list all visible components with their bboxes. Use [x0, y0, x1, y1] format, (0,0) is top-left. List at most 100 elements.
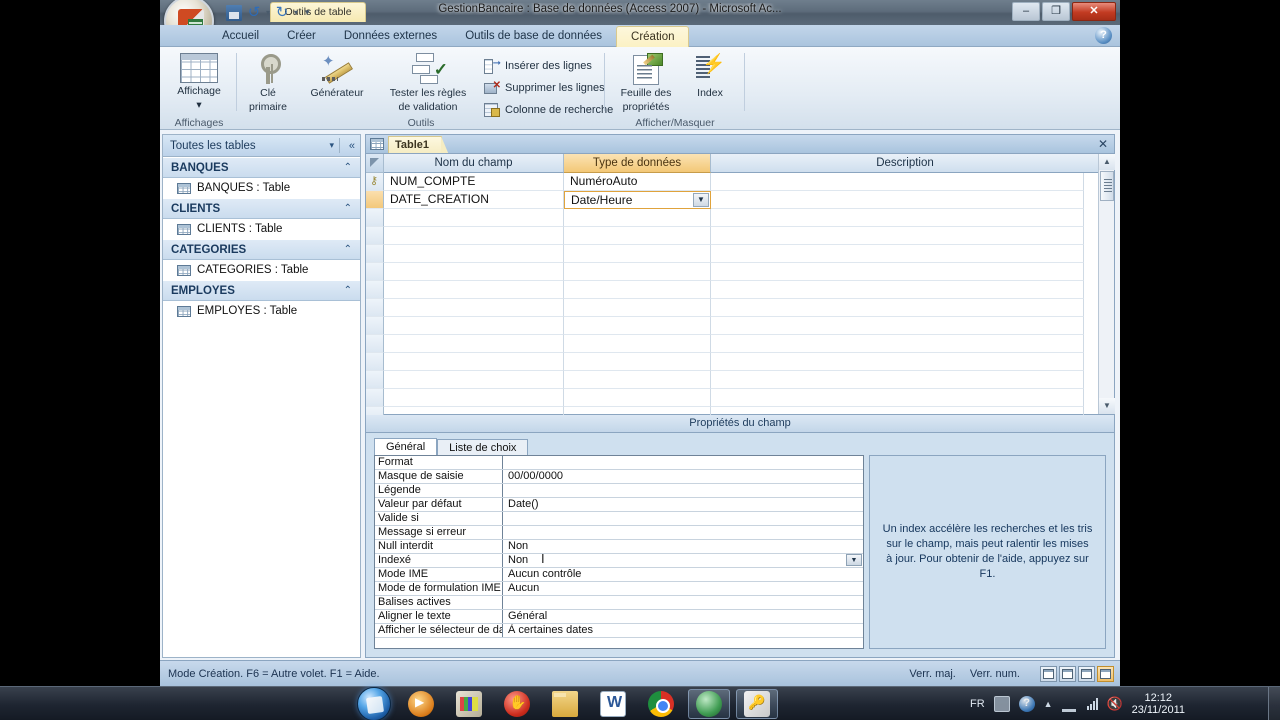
undo-icon[interactable]: ↺	[246, 5, 262, 21]
redo-icon[interactable]: ↻	[274, 5, 290, 21]
show-desktop-button[interactable]	[1268, 687, 1280, 720]
volume-muted-icon[interactable]: 🔇	[1107, 696, 1123, 712]
property-value[interactable]: À certaines dates	[503, 624, 863, 637]
table-row-empty[interactable]	[366, 335, 1114, 353]
cell-data-type-empty[interactable]	[564, 389, 711, 407]
show-hidden-icons-icon[interactable]: ▲	[1044, 699, 1053, 709]
cell-description-1[interactable]	[711, 173, 1084, 191]
taskbar-item-recorder[interactable]	[496, 689, 538, 719]
property-value[interactable]: Aucun	[503, 582, 863, 595]
cell-description-empty[interactable]	[711, 353, 1084, 371]
property-value[interactable]	[503, 512, 863, 525]
row-selector-empty[interactable]	[366, 245, 384, 263]
help-icon[interactable]: ?	[1095, 27, 1112, 44]
cell-description-empty[interactable]	[711, 227, 1084, 245]
cell-description-empty[interactable]	[711, 371, 1084, 389]
taskbar-item-paint[interactable]	[448, 689, 490, 719]
property-row[interactable]: Valide si	[375, 512, 863, 526]
cell-field-name-empty[interactable]	[384, 209, 564, 227]
clock[interactable]: 12:12 23/11/2011	[1132, 692, 1185, 716]
cell-field-name-empty[interactable]	[384, 245, 564, 263]
property-value[interactable]	[503, 484, 863, 497]
navigation-pane-header[interactable]: Toutes les tables ▾ «	[163, 135, 360, 157]
sidebar-item-employes-table[interactable]: EMPLOYES : Table	[163, 301, 360, 321]
table-row-empty[interactable]	[366, 245, 1114, 263]
row-selector-empty[interactable]	[366, 389, 384, 407]
property-value[interactable]: Non I ▼	[503, 554, 863, 567]
feuille-proprietes-button[interactable]: Feuille des propriétés	[610, 53, 682, 113]
table-row-empty[interactable]	[366, 281, 1114, 299]
nav-group-categories[interactable]: CATEGORIES ⌃	[163, 239, 360, 260]
cell-description-empty[interactable]	[711, 281, 1084, 299]
cell-field-name-empty[interactable]	[384, 371, 564, 389]
datasheet-view-button[interactable]	[1040, 665, 1057, 682]
chevron-up-icon[interactable]: ⌃	[344, 162, 352, 173]
property-value[interactable]	[503, 456, 863, 469]
taskbar-item-windows-media-player[interactable]	[400, 689, 442, 719]
taskbar-item-file-explorer[interactable]	[544, 689, 586, 719]
save-icon[interactable]	[226, 4, 242, 21]
chevron-up-icon[interactable]: ⌃	[344, 203, 352, 214]
maximize-button[interactable]: ❐	[1042, 2, 1070, 21]
table-row-empty[interactable]	[366, 227, 1114, 245]
sidebar-item-banques-table[interactable]: BANQUES : Table	[163, 178, 360, 198]
affichage-button[interactable]: Affichage ▾	[167, 53, 231, 111]
minimize-button[interactable]: –	[1012, 2, 1040, 21]
property-row[interactable]: Mode de formulation IME Aucun	[375, 582, 863, 596]
column-header-data-type[interactable]: Type de données	[564, 154, 711, 173]
property-row[interactable]: Format	[375, 456, 863, 470]
taskbar-item-access[interactable]	[736, 689, 778, 719]
property-row[interactable]: Null interdit Non	[375, 540, 863, 554]
select-all-corner[interactable]	[366, 154, 384, 173]
customize-qat-icon[interactable]: ▾	[305, 7, 310, 18]
scroll-up-icon[interactable]: ▲	[1099, 154, 1115, 170]
property-row[interactable]: Mode IME Aucun contrôle	[375, 568, 863, 582]
property-value[interactable]: Général	[503, 610, 863, 623]
cell-description-empty[interactable]	[711, 209, 1084, 227]
row-selector-empty[interactable]	[366, 281, 384, 299]
cell-data-type-empty[interactable]	[564, 299, 711, 317]
colonne-recherche-button[interactable]: Colonne de recherche	[484, 102, 613, 117]
nav-group-employes[interactable]: EMPLOYES ⌃	[163, 280, 360, 301]
sidebar-item-clients-table[interactable]: CLIENTS : Table	[163, 219, 360, 239]
cle-primaire-button[interactable]: Clé primaire	[240, 53, 296, 113]
close-button[interactable]: ✕	[1072, 2, 1116, 21]
sidebar-item-categories-table[interactable]: CATEGORIES : Table	[163, 260, 360, 280]
cell-data-type-empty[interactable]	[564, 227, 711, 245]
tab-liste-de-choix[interactable]: Liste de choix	[437, 439, 529, 456]
cell-data-type-empty[interactable]	[564, 317, 711, 335]
language-indicator[interactable]: FR	[970, 698, 985, 710]
cell-field-name-empty[interactable]	[384, 227, 564, 245]
property-value[interactable]: Non	[503, 540, 863, 553]
property-dropdown-icon[interactable]: ▼	[846, 554, 862, 566]
row-selector-empty[interactable]	[366, 227, 384, 245]
help-tray-icon[interactable]: ?	[1018, 696, 1035, 712]
document-tab-table1[interactable]: Table1	[388, 136, 450, 155]
property-row[interactable]: Afficher le sélecteur de da À certaines d…	[375, 624, 863, 638]
row-selector-empty[interactable]	[366, 371, 384, 389]
chevron-up-icon[interactable]: ⌃	[344, 244, 352, 255]
taskbar-item-green-app[interactable]	[688, 689, 730, 719]
table-row-empty[interactable]	[366, 209, 1114, 227]
row-selector-1[interactable]: ⚷	[366, 173, 384, 191]
pivottable-view-button[interactable]	[1059, 665, 1076, 682]
row-selector-empty[interactable]	[366, 299, 384, 317]
row-selector-empty[interactable]	[366, 353, 384, 371]
tab-donnees-externes[interactable]: Données externes	[330, 26, 451, 47]
property-value[interactable]	[503, 596, 863, 609]
property-row[interactable]: Message si erreur	[375, 526, 863, 540]
taskbar-item-word[interactable]	[592, 689, 634, 719]
table-row[interactable]: DATE_CREATION Date/Heure ▼	[366, 191, 1114, 209]
cell-data-type-empty[interactable]	[564, 335, 711, 353]
cell-data-type-1[interactable]: NuméroAuto	[564, 173, 711, 191]
cell-data-type-2[interactable]: Date/Heure ▼	[564, 191, 711, 209]
row-selector-2[interactable]	[366, 191, 384, 209]
cell-data-type-empty[interactable]	[564, 281, 711, 299]
cell-field-name-empty[interactable]	[384, 353, 564, 371]
tab-creation[interactable]: Création	[616, 26, 690, 47]
data-type-dropdown-icon[interactable]: ▼	[693, 193, 709, 207]
cell-field-name-empty[interactable]	[384, 317, 564, 335]
property-row[interactable]: Valeur par défaut Date()	[375, 498, 863, 512]
table-row-empty[interactable]	[366, 389, 1114, 407]
row-selector-empty[interactable]	[366, 317, 384, 335]
